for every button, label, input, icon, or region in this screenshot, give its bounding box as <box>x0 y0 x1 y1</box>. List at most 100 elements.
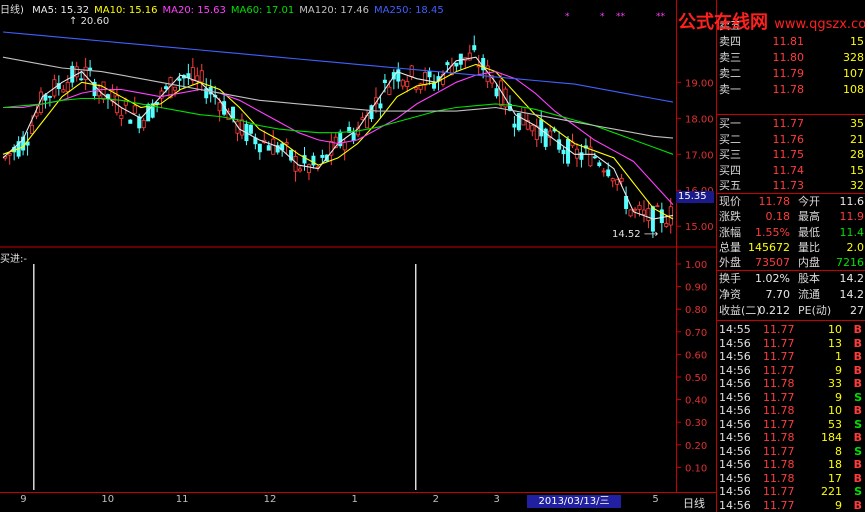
candle-body <box>360 117 365 120</box>
stat-label: 内盘 <box>798 256 820 270</box>
order-volume: 28 <box>850 148 864 161</box>
date-tick-label: 9 <box>20 494 27 505</box>
candle-body <box>298 168 303 172</box>
fundamental-row: 净资 7.70 流通 14.2 <box>719 287 865 303</box>
candle-body <box>248 124 253 134</box>
fundamental-value: 1.02% <box>755 272 790 285</box>
candle-body <box>445 62 450 66</box>
candle-body <box>454 62 459 67</box>
watermark-url: www.qgszx.com.cn <box>774 17 865 32</box>
order-level-label: 卖一 <box>719 83 741 96</box>
order-price: 11.76 <box>772 132 805 146</box>
order-price: 11.77 <box>772 117 805 130</box>
candle-body <box>271 138 276 155</box>
signal-marker: ** <box>656 12 665 22</box>
ma-legend-ma20: MA20: 15.63 <box>162 5 226 16</box>
kline-chart[interactable] <box>0 0 676 248</box>
fundamental-label: 流通 <box>798 287 820 301</box>
stat-value: 11.9 <box>839 210 865 224</box>
candle-body <box>141 119 146 129</box>
fundamental-label: 股本 <box>798 272 820 285</box>
price-axis-svg: 19.0018.0017.0016.0015.001.000.900.800.7… <box>677 78 717 474</box>
candle-body <box>177 78 182 81</box>
indicator-tick-label: 0.20 <box>685 441 707 452</box>
candle-body <box>655 205 660 208</box>
candle-body <box>427 70 432 78</box>
stock-chart-window: 日线) MA5: 15.32 MA10: 15.16 MA20: 15.63 MA60… <box>0 0 865 512</box>
candle-body <box>79 78 84 81</box>
candle-body <box>61 89 66 93</box>
indicator-chart[interactable] <box>0 248 676 492</box>
stat-value: 0.18 <box>765 210 791 224</box>
stat-value: 145672 <box>748 240 790 254</box>
candle-body <box>101 81 106 100</box>
candle-body <box>195 75 200 82</box>
candle-body <box>231 106 236 119</box>
highlighted-date: 2013/03/13/三 <box>527 495 621 508</box>
candle-body <box>65 82 70 93</box>
candle-body <box>387 86 392 95</box>
order-price: 11.81 <box>772 35 805 48</box>
candle-body <box>342 141 347 151</box>
stat-label: 最高 <box>798 210 820 224</box>
tick-row: 14:56 11.77 9 B <box>719 498 865 512</box>
candle-body <box>574 148 579 159</box>
ma-legend-ma5: MA5: 15.32 <box>32 5 90 16</box>
candle-body <box>646 208 651 222</box>
candle-body <box>400 79 405 87</box>
candle-body <box>641 209 646 215</box>
tick-time: 14:56 <box>719 498 751 512</box>
candle-body <box>351 132 356 142</box>
candle-body <box>619 177 624 182</box>
candle-body <box>543 128 548 147</box>
indicator-svg[interactable] <box>0 248 676 492</box>
ask-row: 卖三 11.80 328 <box>719 50 865 66</box>
stat-row: 涨幅 1.55% 最低 11.4 <box>719 225 865 241</box>
ask-row: 卖二 11.79 107 <box>719 66 865 82</box>
stat-row: 总量 145672 量比 2.0 <box>719 240 865 256</box>
candle-body <box>266 145 271 151</box>
ma-legend-ma60: MA60: 17.01 <box>230 5 295 16</box>
period-selector[interactable]: 日线 <box>683 495 705 511</box>
date-axis: 9 10 11 12 1 2 3 5 2013/03/13/三 日线 <box>0 492 716 512</box>
watermark-text: 公式在线网 <box>678 12 768 33</box>
order-volume: 35 <box>850 117 864 130</box>
high-price-label: ↑ 20.60 <box>69 16 110 27</box>
order-level-label: 买五 <box>719 179 741 192</box>
tick-direction: B <box>853 498 862 512</box>
indicator-tick-label: 0.60 <box>685 350 707 361</box>
stat-value: 11.6 <box>839 195 865 208</box>
candle-body <box>378 103 383 109</box>
stat-row: 现价 11.78 今开 11.6 <box>719 194 865 210</box>
kline-svg[interactable] <box>0 0 676 248</box>
current-price-tag: 15.35 <box>676 191 714 203</box>
order-price: 11.80 <box>772 51 805 64</box>
bid-row: 买二 11.76 21 <box>719 132 865 148</box>
candle-body <box>320 154 325 158</box>
stat-value: 11.78 <box>758 195 791 208</box>
stat-value: 1.55% <box>755 225 790 239</box>
candle-body <box>637 204 642 210</box>
indicator-tick-label: 0.70 <box>685 328 707 339</box>
chart-title: 日线) <box>0 5 24 16</box>
candle-body <box>423 71 428 86</box>
divider <box>717 320 865 321</box>
quote-panel: 卖五 卖四 11.81 15 卖三 11.80 328 卖二 11.79 107 卖一 11.78 10… <box>716 0 865 512</box>
order-price: 11.74 <box>772 163 805 177</box>
bid-row: 买五 11.73 32 <box>719 178 865 194</box>
stat-label: 外盘 <box>719 256 741 270</box>
high-price-value: 20.60 <box>80 16 110 27</box>
indicator-tick-label: 0.90 <box>685 283 707 294</box>
candle-body <box>88 67 93 71</box>
order-price: 11.75 <box>772 148 805 161</box>
date-tick-label: 3 <box>493 494 500 505</box>
fundamental-value: 27 <box>850 303 864 317</box>
stat-value: 7216 <box>836 256 864 270</box>
candle-body <box>592 156 597 159</box>
price-axis: 19.0018.0017.0016.0015.001.000.900.800.7… <box>676 0 717 492</box>
candle-body <box>132 105 137 114</box>
date-tick-label: 12 <box>263 494 277 505</box>
fundamental-value: 7.70 <box>765 287 791 301</box>
candle-body <box>257 143 262 153</box>
date-tick-label: 2 <box>432 494 439 505</box>
